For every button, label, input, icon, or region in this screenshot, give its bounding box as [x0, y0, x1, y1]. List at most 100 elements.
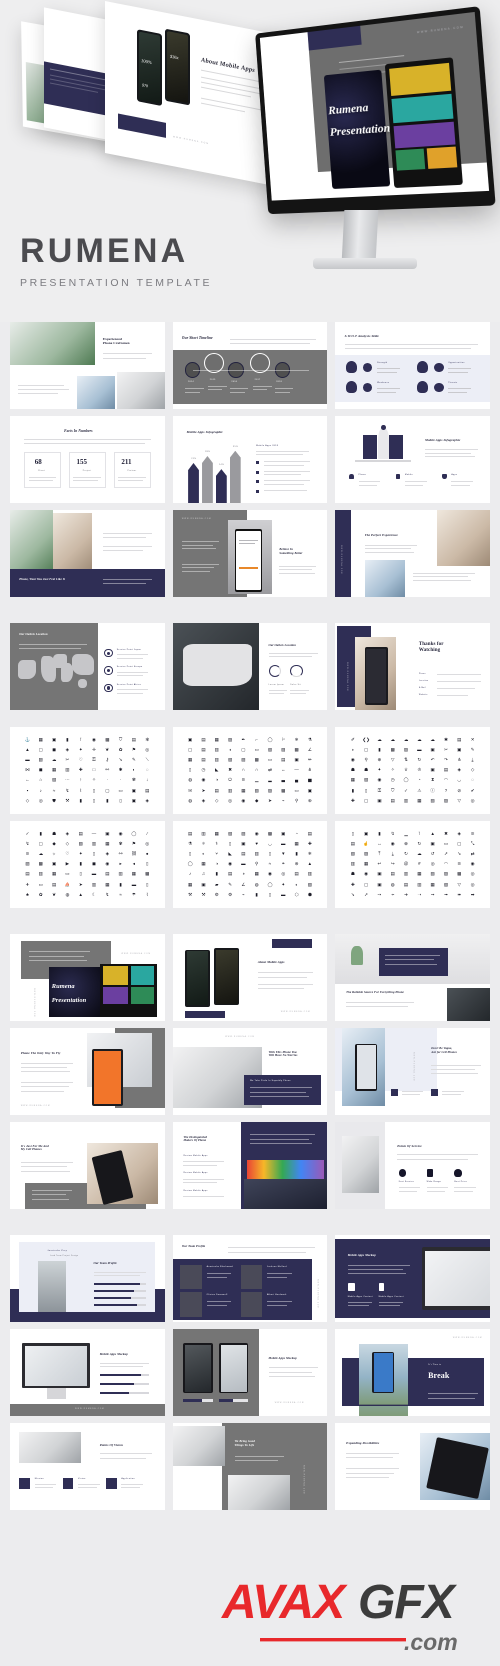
bubble-icon[interactable]: ◗ — [351, 748, 354, 752]
arrow10-icon[interactable]: ➠ — [457, 893, 461, 897]
charge-icon[interactable]: ↯ — [391, 832, 395, 836]
plot-icon[interactable]: ▅ — [308, 778, 311, 782]
arrow4-icon[interactable]: ➙ — [378, 893, 382, 897]
pause-icon[interactable]: ▮ — [79, 862, 81, 866]
taxi-icon[interactable]: ▦ — [105, 883, 109, 887]
path-icon[interactable]: ⌁ — [282, 799, 285, 803]
gear2-icon[interactable]: ✾ — [119, 842, 123, 846]
burger-icon[interactable]: ▤ — [241, 852, 245, 856]
bookmark-icon[interactable]: ▯ — [93, 852, 95, 856]
cake-icon[interactable]: ▥ — [255, 852, 259, 856]
file-icon[interactable]: ▨ — [268, 789, 272, 793]
note4-icon[interactable]: ♫ — [202, 872, 205, 876]
comment-icon[interactable]: ▦ — [364, 862, 368, 866]
hike-icon[interactable]: ▲ — [308, 862, 312, 866]
roller-icon[interactable]: ▬ — [281, 893, 285, 897]
user-icon[interactable]: ☗ — [351, 768, 355, 772]
battery-icon[interactable]: ▮ — [66, 738, 68, 742]
laptop-icon[interactable]: ▬ — [92, 872, 96, 876]
tap-icon[interactable]: ◉ — [391, 842, 395, 846]
megaphone-icon[interactable]: ◣ — [215, 768, 218, 772]
play-icon[interactable]: ▶ — [66, 862, 69, 866]
slide-our-outlets-location-world[interactable]: Our Outlets Location Service Point Japan… — [10, 623, 165, 710]
cart2-icon[interactable]: ▤ — [404, 883, 408, 887]
check-icon[interactable]: ✔ — [471, 789, 475, 793]
download2-icon[interactable]: ⤓ — [392, 852, 394, 856]
cross-icon[interactable]: ✚ — [79, 768, 83, 772]
boat-icon[interactable]: ⛵ — [65, 883, 70, 887]
phone-icon[interactable]: ▯ — [93, 789, 95, 793]
heartbeat-icon[interactable]: ♥ — [255, 842, 258, 846]
plus3-icon[interactable]: ✚ — [351, 883, 355, 887]
frame2-icon[interactable]: ▢ — [241, 748, 245, 752]
pen-icon[interactable]: ✎ — [132, 758, 136, 762]
price-icon[interactable]: ◇ — [471, 768, 474, 772]
gps-icon[interactable]: ◈ — [458, 832, 461, 836]
arrow-down-icon[interactable]: ↓ — [146, 778, 148, 782]
drop2-icon[interactable]: ◍ — [391, 883, 395, 887]
archive2-icon[interactable]: ▣ — [377, 799, 381, 803]
radio-icon[interactable]: ◉ — [202, 778, 206, 782]
table-icon[interactable]: ▦ — [188, 758, 192, 762]
zoom-icon[interactable]: ⊕ — [378, 758, 382, 762]
antenna-icon[interactable]: ⊺ — [418, 832, 420, 836]
round-icon[interactable]: ◍ — [188, 778, 192, 782]
minimize-icon[interactable]: ▭ — [444, 842, 448, 846]
prev-icon[interactable]: ◂ — [133, 862, 135, 866]
column-icon[interactable]: ▩ — [255, 758, 259, 762]
screen-icon[interactable]: ▣ — [132, 789, 136, 793]
music-icon[interactable]: ♪ — [40, 789, 42, 793]
ring2-icon[interactable]: ◌ — [471, 778, 474, 782]
frame4-icon[interactable]: ▢ — [364, 883, 368, 887]
swap-icon[interactable]: ⇄ — [268, 768, 272, 772]
profile-icon[interactable]: ◉ — [364, 872, 368, 876]
ring3-icon[interactable]: ◎ — [145, 842, 149, 846]
resize-icon[interactable]: ⤡ — [471, 842, 475, 846]
fuel-icon[interactable]: ▮ — [119, 883, 121, 887]
plug-icon[interactable]: ⊺ — [80, 738, 82, 742]
store-icon[interactable]: ▦ — [417, 799, 421, 803]
app-icon[interactable]: ▩ — [391, 748, 395, 752]
notify-icon[interactable]: ◠ — [444, 862, 448, 866]
film2-icon[interactable]: ▣ — [52, 862, 56, 866]
cut-icon[interactable]: ✂ — [444, 748, 448, 752]
bank-icon[interactable]: ▧ — [431, 799, 435, 803]
slide-experienced-phone-craftsmen[interactable]: Experienced Phone Craftsmen — [10, 322, 165, 409]
slide-points-of-service[interactable]: Points Of Service Fast Service Wide Rang… — [335, 1122, 490, 1209]
cloudsync-icon[interactable]: ☁ — [404, 738, 408, 742]
arrow5-icon[interactable]: ➛ — [391, 893, 395, 897]
date-icon[interactable]: ▧ — [364, 778, 368, 782]
fire-icon[interactable]: ▲ — [78, 893, 82, 897]
outline-icon[interactable]: □ — [93, 768, 96, 772]
compass-icon[interactable]: ◇ — [26, 799, 29, 803]
car-icon[interactable]: ▭ — [39, 883, 43, 887]
camera3-icon[interactable]: ▩ — [39, 862, 43, 866]
shield2-icon[interactable]: ⛉ — [391, 789, 394, 793]
wrench-icon[interactable]: ⚙ — [215, 893, 219, 897]
cloudup-icon[interactable]: ☁ — [417, 738, 421, 742]
reply-icon[interactable]: ↩ — [378, 862, 382, 866]
device-icon[interactable]: ▭ — [119, 789, 123, 793]
disc2-icon[interactable]: ◎ — [281, 872, 285, 876]
lock-icon[interactable]: ▲ — [25, 748, 29, 752]
medal-icon[interactable]: ◉ — [228, 862, 232, 866]
traffic-icon[interactable]: ▯ — [146, 883, 148, 887]
tower-icon[interactable]: ▲ — [430, 832, 434, 836]
tools-icon[interactable]: ⚒ — [188, 893, 192, 897]
pen2-icon[interactable]: ✒ — [241, 738, 245, 742]
timer-icon[interactable]: ◷ — [391, 778, 395, 782]
key2-icon[interactable]: ⚷ — [106, 758, 109, 762]
grid3-icon[interactable]: ▦ — [105, 842, 109, 846]
wallet-icon[interactable]: ▨ — [241, 832, 245, 836]
heart-icon[interactable]: ♡ — [79, 758, 83, 762]
food-icon[interactable]: ◐ — [202, 852, 205, 856]
key-icon[interactable]: ⚿ — [92, 758, 95, 762]
icon-sheet-3[interactable]: ✐ ❮❯ ☁ ☁ ☁ ☁ ☁ ✱ ▤ ✕ ◗ ▢ ▮ ▩ ▨ ▬ ▣ ✂ ▣ ✎ ◉ ⚲ ⊕ ▽ ⇅ ↻ ↶ ↷ ⋔ ⤓ ☗ ☗ ✦ ✧ ♕ ♔… — [335, 727, 490, 814]
hourglass-icon[interactable]: ⧗ — [431, 778, 434, 782]
slide-swot-analysis[interactable]: S.W.O.T Analysis Slide Strength Weakness… — [335, 322, 490, 409]
page-icon[interactable]: ▭ — [294, 789, 298, 793]
bottle-icon[interactable]: ▮ — [79, 799, 81, 803]
slide-mobile-apps-mockup-desktop[interactable]: Mobile Apps Mockup WWW.RUMENA.COM — [10, 1329, 165, 1416]
slide-about-mobile-apps[interactable]: About Mobile Apps WWW.RUMENA.COM — [173, 934, 328, 1021]
desktop-icon[interactable]: ▤ — [105, 872, 109, 876]
